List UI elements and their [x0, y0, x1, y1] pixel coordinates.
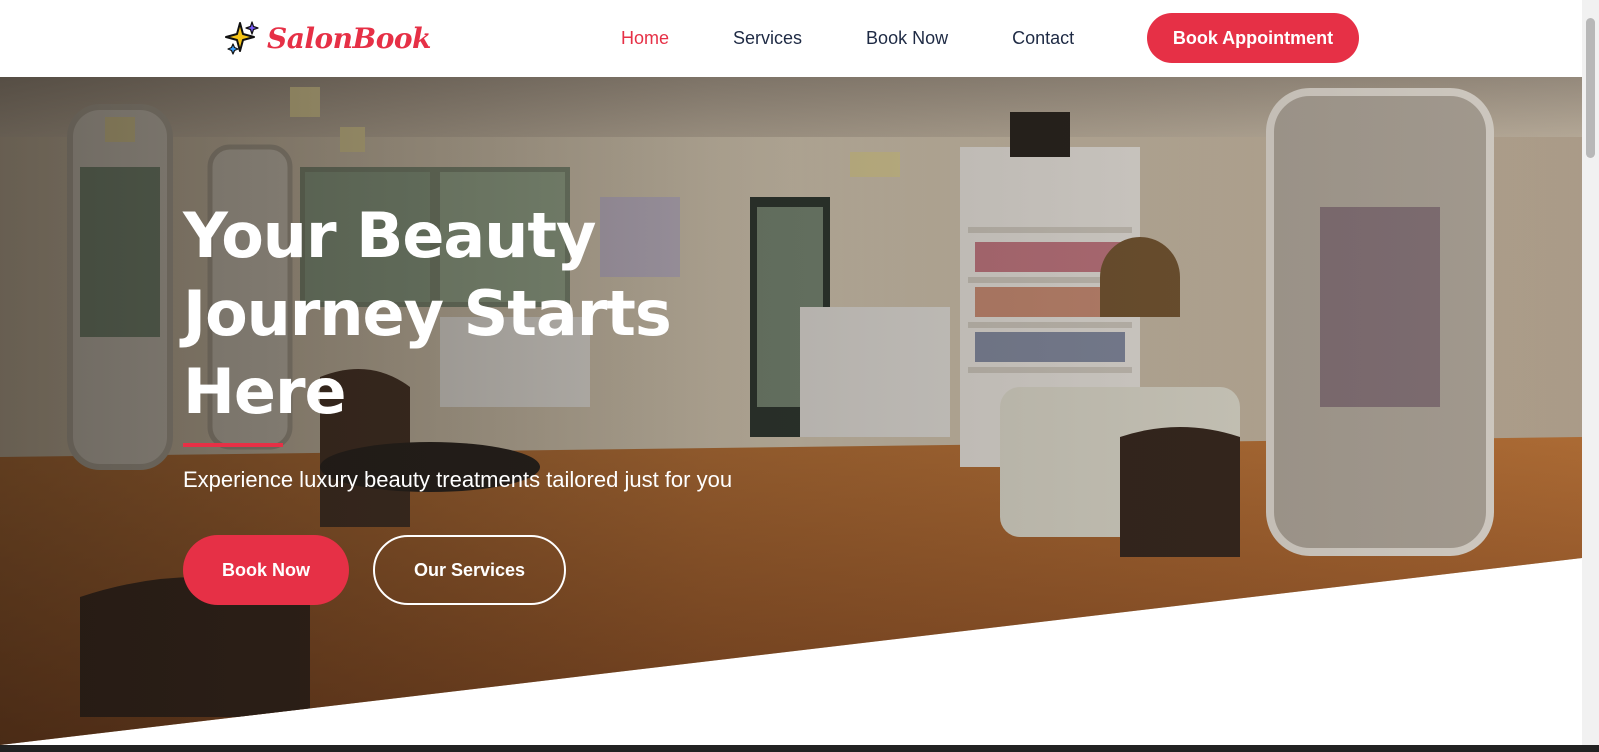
page-scrollbar[interactable] [1582, 0, 1599, 745]
navbar: SalonBook Home Services Book Now Contact… [0, 0, 1582, 77]
logo[interactable]: SalonBook [225, 18, 431, 58]
book-appointment-button[interactable]: Book Appointment [1147, 13, 1359, 63]
main-nav: Home Services Book Now Contact [621, 26, 1138, 50]
book-now-button[interactable]: Book Now [183, 535, 349, 605]
hero-buttons: Book Now Our Services [183, 535, 743, 605]
nav-link-book-now[interactable]: Book Now [866, 26, 948, 50]
hero-content: Your Beauty Journey Starts Here Experien… [183, 197, 743, 605]
brand-name: SalonBook [267, 21, 431, 55]
our-services-button[interactable]: Our Services [373, 535, 566, 605]
nav-link-services[interactable]: Services [733, 26, 802, 50]
window-bottom-edge [0, 745, 1599, 752]
nav-link-contact[interactable]: Contact [1012, 26, 1074, 50]
hero-subtitle: Experience luxury beauty treatments tail… [183, 467, 733, 492]
scrollbar-thumb[interactable] [1586, 18, 1595, 158]
nav-link-home[interactable]: Home [621, 26, 669, 50]
sparkles-icon [225, 21, 259, 55]
hero-section: Your Beauty Journey Starts Here Experien… [0, 77, 1582, 745]
hero-title: Your Beauty Journey Starts Here [183, 199, 672, 428]
title-underline [183, 443, 283, 447]
